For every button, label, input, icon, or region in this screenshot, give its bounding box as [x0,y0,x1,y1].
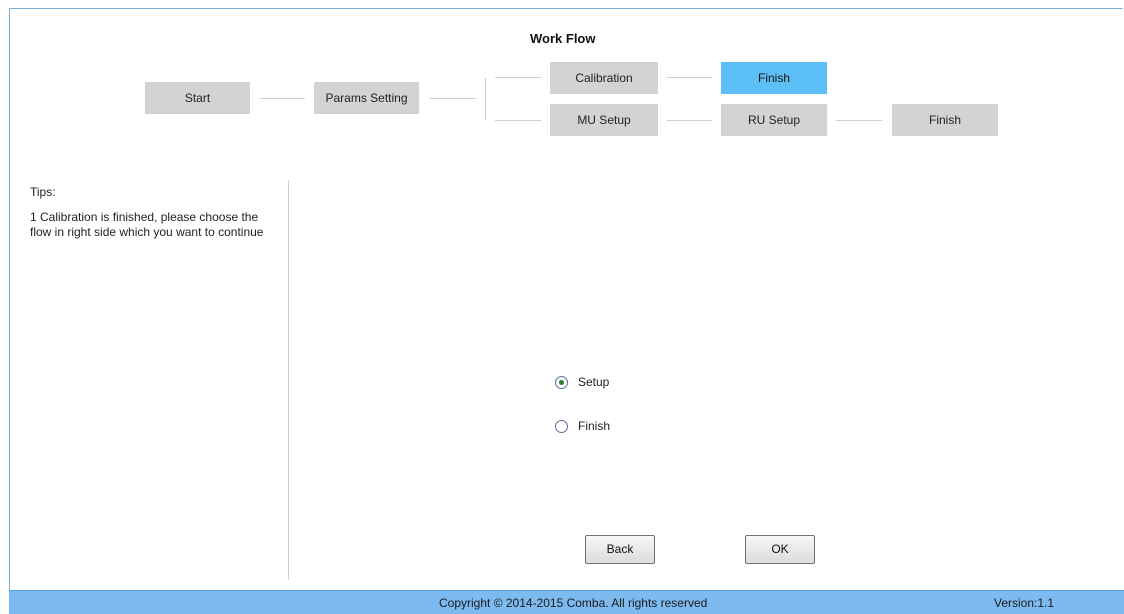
option-setup[interactable]: Setup [555,374,609,390]
connector-line [430,98,476,99]
tips-title: Tips: [30,185,56,199]
connector-line [495,120,541,121]
back-button[interactable]: Back [585,535,655,564]
step-start[interactable]: Start [145,82,250,114]
ok-button[interactable]: OK [745,535,815,564]
step-ru-setup[interactable]: RU Setup [721,104,827,136]
connector-line [495,77,541,78]
step-calibration[interactable]: Calibration [550,62,658,94]
step-mu-setup[interactable]: MU Setup [550,104,658,136]
connector-line [836,120,882,121]
version-text: Version:1.1 [994,596,1055,610]
connector-line [667,120,712,121]
connector-line [667,77,712,78]
radio-setup[interactable] [555,375,568,389]
footer-bar: Copyright © 2014-2015 Comba. All rights … [9,590,1124,614]
option-finish[interactable]: Finish [555,418,610,434]
workflow-title: Work Flow [530,31,596,46]
branch-line [485,78,486,120]
vertical-divider [288,180,289,580]
step-finish-setup[interactable]: Finish [892,104,998,136]
option-finish-label: Finish [578,419,611,433]
step-params-setting[interactable]: Params Setting [314,82,419,114]
option-setup-label: Setup [578,375,610,389]
tips-text: 1 Calibration is finished, please choose… [30,210,264,239]
radio-selected-dot [559,379,564,385]
step-finish-calibration[interactable]: Finish [721,62,827,94]
copyright-text: Copyright © 2014-2015 Comba. All rights … [439,596,708,610]
connector-line [260,98,305,99]
radio-finish[interactable] [555,419,568,433]
